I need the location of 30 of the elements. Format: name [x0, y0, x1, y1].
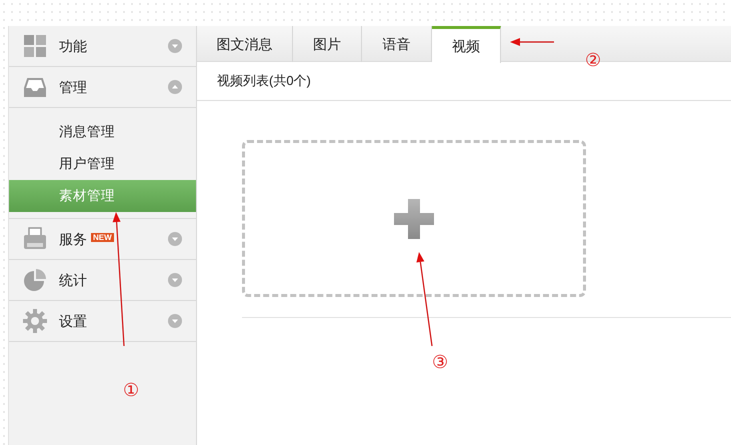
- sidebar-menu-item[interactable]: 设置: [9, 301, 196, 342]
- menu-label: 服务: [59, 230, 87, 248]
- sidebar-menu-item[interactable]: 功能: [9, 26, 196, 67]
- pie-chart-icon: [23, 268, 47, 292]
- annotation-arrow: [510, 38, 554, 46]
- grid-icon: [23, 34, 47, 58]
- sidebar-menu-item[interactable]: 管理: [9, 67, 196, 108]
- menu-label: 设置: [59, 312, 87, 330]
- collapse-icon[interactable]: [168, 80, 182, 94]
- tab[interactable]: 视频: [432, 26, 501, 63]
- sidebar-menu-item[interactable]: 服务 NEW: [9, 219, 196, 260]
- expand-icon[interactable]: [168, 39, 182, 53]
- sidebar-menu-item[interactable]: 统计: [9, 260, 196, 301]
- expand-icon[interactable]: [168, 232, 182, 246]
- add-video-button[interactable]: [242, 140, 586, 297]
- menu-label: 统计: [59, 270, 87, 290]
- tab[interactable]: 图文消息: [197, 26, 293, 62]
- printer-icon: [23, 227, 47, 251]
- submenu-item[interactable]: 消息管理: [9, 116, 196, 148]
- menu-label: 功能: [59, 36, 87, 56]
- menu-label: 管理: [59, 78, 87, 96]
- expand-icon[interactable]: [168, 273, 182, 287]
- expand-icon[interactable]: [168, 314, 182, 328]
- submenu-item[interactable]: 用户管理: [9, 148, 196, 180]
- new-badge: NEW: [91, 233, 114, 242]
- plus-icon: [392, 196, 436, 240]
- annotation-number: ①: [123, 381, 139, 399]
- annotation-number: ③: [432, 353, 448, 371]
- inbox-icon: [23, 75, 47, 99]
- tab[interactable]: 图片: [293, 26, 362, 62]
